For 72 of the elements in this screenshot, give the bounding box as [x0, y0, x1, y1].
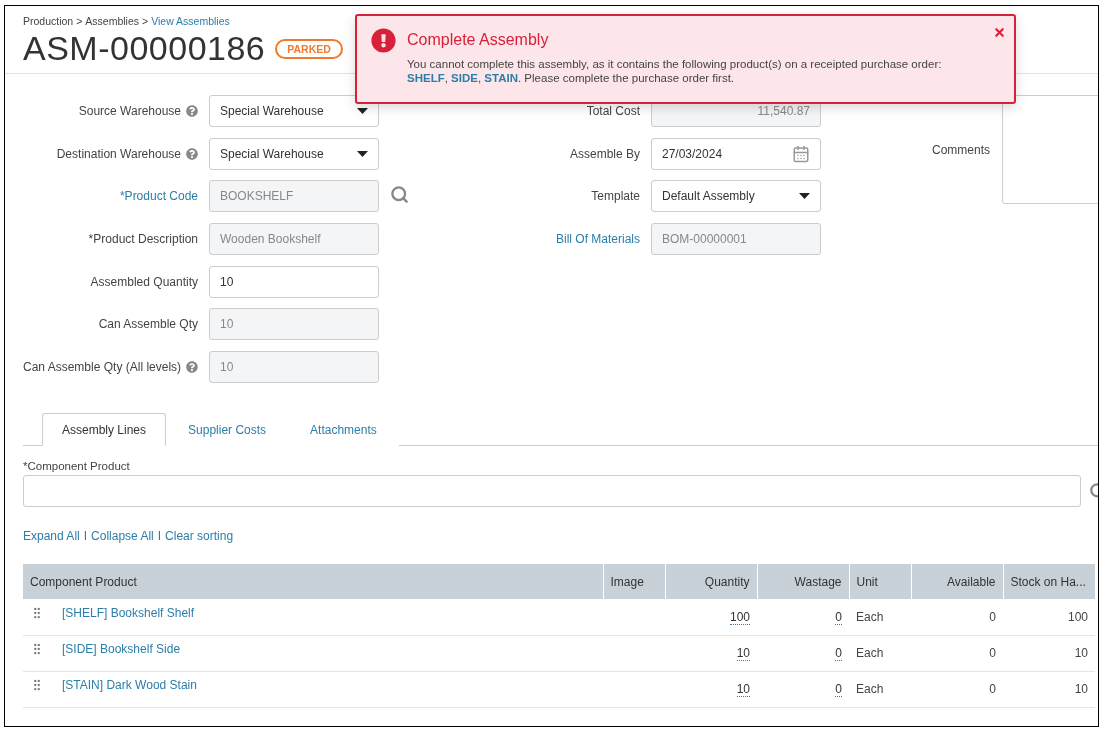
column-header[interactable]: Component Product [23, 564, 603, 599]
dropdown-field[interactable]: Default Assembly [651, 180, 821, 213]
breadcrumb-item: Production [23, 15, 74, 27]
breadcrumb-item: Assemblies [85, 15, 140, 27]
status-badge: PARKED [275, 38, 343, 59]
table-cell: Each [849, 671, 911, 707]
tree-link[interactable]: Expand All [23, 529, 80, 543]
column-header[interactable]: Wastage [757, 564, 849, 599]
help-icon[interactable] [186, 105, 198, 117]
table-cell[interactable]: 10 [736, 682, 750, 697]
help-icon[interactable] [186, 361, 198, 374]
field-label: Template [591, 189, 640, 204]
field-label: *Product Code [119, 189, 198, 204]
field-label: Assemble By [569, 146, 640, 161]
error-icon [371, 28, 396, 53]
breadcrumb-separator: > [142, 15, 149, 27]
dropdown-field[interactable]: Special Warehouse [209, 95, 379, 127]
tab[interactable]: Assembly Lines [42, 413, 167, 446]
product-link[interactable]: SIDE [451, 72, 478, 84]
table-cell: 0 [911, 671, 1003, 707]
table-cell: 10 [1003, 671, 1095, 707]
close-button[interactable] [993, 26, 1006, 39]
caret-icon [799, 193, 810, 200]
table-cell[interactable]: 10 [736, 646, 750, 661]
breadcrumb-link[interactable]: View Assemblies [151, 15, 230, 27]
field-label: Source Warehouse [78, 104, 181, 118]
alert-title: Complete Assembly [407, 31, 550, 49]
field-label-link[interactable]: Bill Of Materials [555, 232, 640, 247]
link-separator: I [157, 529, 162, 543]
field-label: Total Cost [586, 104, 640, 118]
field-label: Comments [932, 142, 990, 157]
table-cell: Each [849, 635, 911, 671]
table-cell[interactable]: 0 [835, 682, 842, 697]
tree-link[interactable]: Clear sorting [165, 529, 234, 543]
field-label: *Component Product [23, 460, 131, 472]
field-label: Assembled Quantity [90, 274, 198, 289]
column-header[interactable]: Stock on Ha... [1003, 564, 1095, 599]
product-link[interactable]: [SHELF] Bookshelf Shelf [62, 605, 195, 620]
table-cell: 0 [911, 599, 1003, 635]
dropdown-field[interactable]: Special Warehouse [209, 137, 379, 170]
date-field[interactable]: 27/03/2024 [651, 137, 821, 170]
table-cell: 10 [1003, 635, 1095, 671]
table-cell: 0 [911, 635, 1003, 671]
help-icon[interactable] [186, 147, 198, 160]
table-cell[interactable]: 0 [835, 609, 842, 625]
field-label: Can Assemble Qty [98, 317, 198, 332]
field-label: *Product Description [88, 232, 198, 247]
table-cell[interactable]: 0 [835, 646, 842, 661]
page-title: ASM-00000186 [23, 29, 266, 68]
caret-icon [357, 150, 368, 157]
table-cell: Each [849, 599, 911, 635]
product-link[interactable]: STAIN [484, 72, 518, 84]
link-separator: I [83, 529, 88, 543]
alert-message: You cannot complete this assembly, as it contains the following product(s) on a receipted purchase order: SHELF, SIDE, STAIN. Please complete the purchase order first. [407, 57, 943, 85]
column-header[interactable]: Quantity [665, 564, 757, 599]
product-link[interactable]: SHELF [407, 72, 445, 84]
table-cell: 100 [1003, 599, 1095, 635]
search-icon[interactable] [390, 184, 409, 204]
input-field[interactable]: 10 [209, 265, 379, 298]
calendar-icon [792, 144, 810, 163]
tree-link[interactable]: Collapse All [91, 529, 154, 543]
product-link[interactable]: [SIDE] Bookshelf Side [62, 642, 181, 656]
field-label: Can Assemble Qty (All levels) [23, 360, 182, 375]
breadcrumb-separator: > [76, 15, 83, 27]
caret-icon [357, 108, 368, 114]
column-header[interactable]: Unit [849, 564, 911, 599]
column-header[interactable]: Image [603, 564, 665, 599]
column-header[interactable]: Available [911, 564, 1003, 599]
product-link[interactable]: [STAIN] Dark Wood Stain [62, 678, 197, 692]
field-label: Destination Warehouse [56, 146, 181, 161]
table-cell[interactable]: 100 [729, 609, 750, 625]
component-product-field[interactable] [23, 475, 1081, 507]
